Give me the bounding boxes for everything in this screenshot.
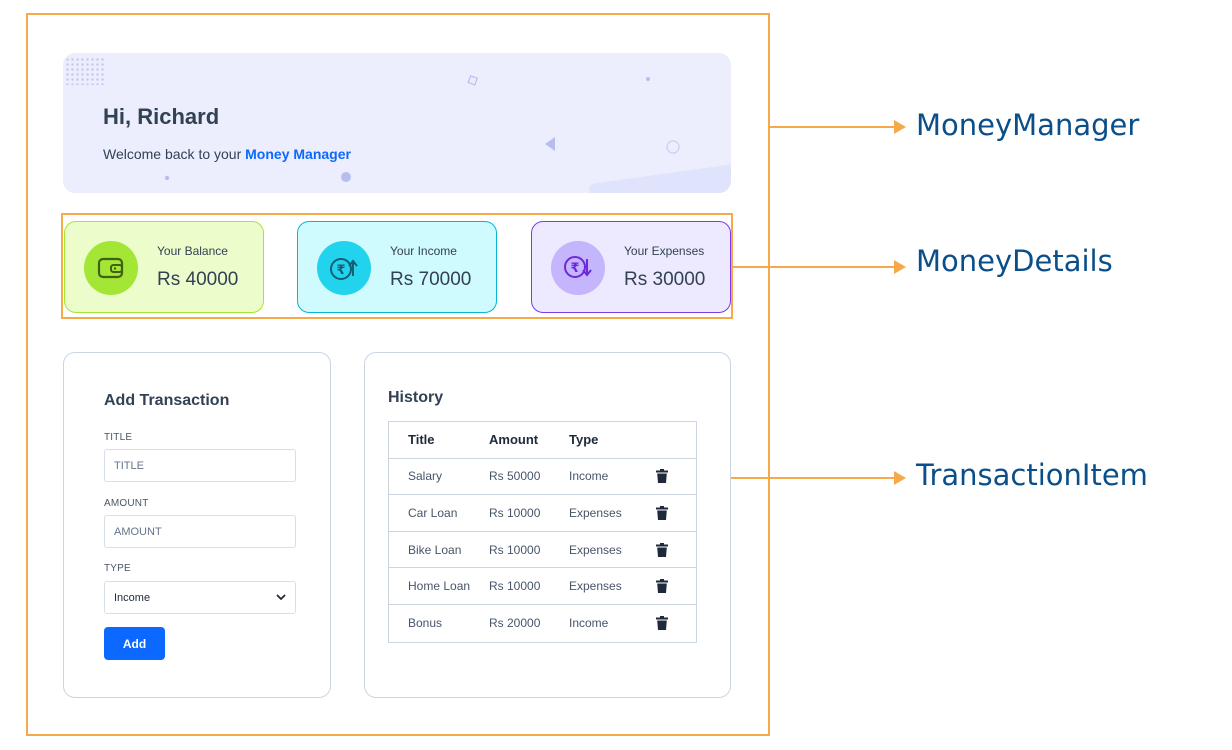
column-header-amount: Amount — [489, 432, 539, 448]
money-details-annotation: MoneyDetails — [916, 244, 1113, 278]
expenses-amount: Rs 30000 — [624, 269, 706, 290]
column-header-type: Type — [569, 432, 599, 448]
transaction-row: Bike Loan Rs 10000 Expenses — [389, 532, 696, 569]
transaction-amount: Rs 50000 — [489, 469, 541, 484]
balance-card: Your Balance Rs 40000 — [64, 221, 264, 313]
history-panel: History Title Amount Type Salary Rs 5000… — [364, 352, 731, 698]
triangle-decoration — [545, 137, 555, 151]
trash-icon[interactable] — [656, 579, 668, 594]
diamond-decoration — [467, 75, 478, 86]
amount-input[interactable]: AMOUNT — [104, 515, 296, 548]
delete-button[interactable] — [656, 568, 668, 604]
ring-decoration — [666, 140, 680, 154]
type-label: TYPE — [104, 563, 131, 574]
transaction-amount: Rs 20000 — [489, 616, 541, 631]
income-icon-circle: ₹ — [317, 241, 371, 295]
transaction-amount: Rs 10000 — [489, 542, 541, 557]
balance-label: Your Balance — [157, 244, 228, 258]
expenses-icon-circle: ₹ — [551, 241, 605, 295]
transaction-title: Home Loan — [408, 579, 471, 594]
expenses-card: ₹ Your Expenses Rs 30000 — [531, 221, 731, 313]
transaction-amount: Rs 10000 — [489, 579, 541, 594]
title-label: TITLE — [104, 432, 133, 443]
chevron-down-icon — [276, 594, 286, 601]
trash-icon[interactable] — [656, 542, 668, 557]
delete-button[interactable] — [656, 459, 668, 495]
income-label: Your Income — [390, 244, 457, 258]
transaction-title: Bonus — [408, 616, 443, 631]
balance-amount: Rs 40000 — [157, 269, 239, 290]
amount-label: AMOUNT — [104, 498, 149, 509]
transaction-type: Expenses — [569, 542, 622, 557]
add-button[interactable]: Add — [104, 627, 165, 660]
transaction-row: Home Loan Rs 10000 Expenses — [389, 568, 696, 605]
greeting-heading: Hi, Richard — [103, 104, 220, 129]
trash-icon[interactable] — [656, 616, 668, 631]
small-dot-decoration — [164, 175, 170, 181]
brand-name: Money Manager — [245, 146, 351, 162]
income-card: ₹ Your Income Rs 70000 — [297, 221, 497, 313]
wallet-icon — [97, 257, 124, 279]
add-transaction-panel: Add Transaction TITLE TITLE AMOUNT AMOUN… — [63, 352, 331, 698]
type-selected-value: Income — [114, 591, 151, 604]
money-manager-annotation: MoneyManager — [916, 108, 1140, 142]
transaction-title: Salary — [408, 469, 443, 484]
money-manager-arrow — [770, 120, 906, 134]
trash-icon[interactable] — [656, 469, 668, 484]
transaction-title: Car Loan — [408, 505, 458, 520]
welcome-prefix: Welcome back to your — [103, 146, 246, 162]
dot-decoration — [646, 77, 650, 81]
transaction-row: Salary Rs 50000 Income — [389, 459, 696, 496]
banner-wave — [588, 162, 731, 193]
transaction-type: Income — [569, 616, 609, 631]
transaction-amount: Rs 10000 — [489, 505, 541, 520]
expenses-label: Your Expenses — [624, 244, 705, 258]
money-details-arrow — [733, 260, 906, 274]
transaction-row: Car Loan Rs 10000 Expenses — [389, 495, 696, 532]
title-placeholder: TITLE — [114, 459, 144, 472]
column-header-title: Title — [408, 432, 435, 448]
transaction-type: Income — [569, 469, 609, 484]
svg-text:₹: ₹ — [570, 261, 579, 276]
trash-icon[interactable] — [656, 505, 668, 520]
rupee-up-icon: ₹ — [330, 258, 358, 280]
history-header-row: Title Amount Type — [389, 422, 696, 459]
delete-button[interactable] — [656, 495, 668, 531]
dots-pattern — [65, 57, 105, 85]
history-heading: History — [388, 389, 444, 406]
transaction-row: Bonus Rs 20000 Income — [389, 605, 696, 642]
add-transaction-heading: Add Transaction — [104, 392, 230, 409]
delete-button[interactable] — [656, 605, 668, 642]
delete-button[interactable] — [656, 532, 668, 568]
transaction-title: Bike Loan — [408, 542, 462, 557]
type-select[interactable]: Income — [104, 581, 296, 614]
transaction-type: Expenses — [569, 579, 622, 594]
title-input[interactable]: TITLE — [104, 449, 296, 482]
medium-dot-decoration — [341, 172, 351, 182]
transaction-type: Expenses — [569, 505, 622, 520]
transaction-item-annotation: TransactionItem — [916, 458, 1148, 492]
income-amount: Rs 70000 — [390, 269, 472, 290]
amount-placeholder: AMOUNT — [114, 525, 162, 538]
balance-icon-circle — [84, 241, 138, 295]
history-table: Title Amount Type Salary Rs 50000 Income… — [388, 421, 697, 643]
svg-text:₹: ₹ — [336, 263, 345, 278]
rupee-down-icon: ₹ — [564, 256, 592, 278]
welcome-banner: Hi, Richard Welcome back to your Money M… — [63, 53, 731, 193]
welcome-text: Welcome back to your Money Manager — [103, 146, 351, 162]
